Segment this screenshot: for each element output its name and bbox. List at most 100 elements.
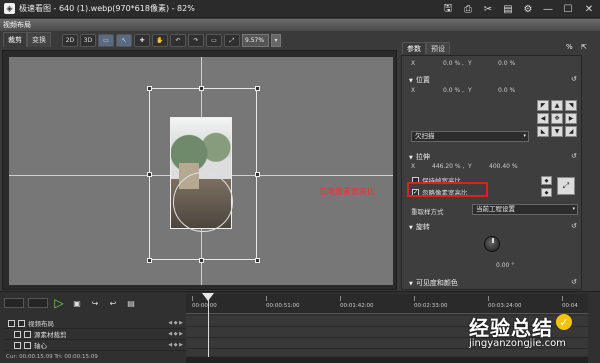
rotation-value[interactable]: 0.00 ° — [496, 262, 514, 269]
resize-handle-bm[interactable] — [199, 258, 204, 263]
resize-handle-bl[interactable] — [147, 258, 152, 263]
overscan-select[interactable]: 欠扫描 ▾ — [411, 131, 529, 142]
align-top-icon[interactable]: ▲ — [551, 100, 563, 111]
zoom-dropdown-icon[interactable]: ▾ — [271, 34, 281, 47]
cut-icon[interactable]: ✂ — [478, 0, 498, 18]
rotation-section[interactable]: ▼ 旋转 — [409, 222, 430, 232]
go-next-icon[interactable]: ↪ — [88, 296, 102, 310]
mode-2d-button[interactable]: 2D — [62, 34, 78, 47]
align-left-icon[interactable]: ◀ — [537, 113, 549, 124]
top-y-value[interactable]: 0.0 % — [498, 60, 515, 67]
keyframe-nav-icon[interactable]: ◀ ◆ ▶ — [168, 320, 186, 326]
tab-parameters[interactable]: 参数 — [402, 42, 426, 54]
track-row[interactable]: 视频布局 ◀ ◆ ▶ — [4, 318, 186, 329]
reset-visibility-icon[interactable]: ↺ — [571, 278, 577, 286]
track-list: 视频布局 ◀ ◆ ▶ 源素材裁剪 ◀ ◆ ▶ 轴心 ◀ ◆ ▶ — [4, 318, 186, 351]
align-center-icon[interactable]: ✥ — [551, 113, 563, 124]
safe-area-icon[interactable]: ▭ — [206, 34, 222, 47]
resize-handle-mr[interactable] — [255, 172, 260, 177]
rotation-knob[interactable] — [484, 236, 500, 252]
fit-view-icon[interactable]: ⤢ — [224, 34, 240, 47]
minimize-icon[interactable]: — — [538, 0, 558, 18]
hand-tool-icon[interactable]: ✋ — [152, 34, 168, 47]
track-checkbox[interactable] — [18, 319, 25, 327]
zoom-input[interactable]: 9.57% — [242, 34, 269, 47]
resample-select[interactable]: 当前工程设置 ▾ — [472, 204, 578, 215]
align-top-left-icon[interactable]: ◤ — [537, 100, 549, 111]
track-checkbox[interactable] — [14, 341, 21, 349]
track-checkbox[interactable] — [8, 319, 15, 327]
undo-icon[interactable]: ↶ — [170, 34, 186, 47]
fit-height-icon[interactable]: ◆ — [541, 188, 552, 197]
track-checkbox[interactable] — [24, 330, 31, 338]
pos-x-value[interactable]: 0.0 % , — [443, 87, 464, 94]
percent-icon[interactable]: % — [566, 43, 573, 51]
ruler-mark — [192, 296, 193, 301]
graph-icon[interactable]: ▤ — [124, 296, 138, 310]
layout-selection-box[interactable] — [149, 88, 257, 260]
align-top-right-icon[interactable]: ◥ — [565, 100, 577, 111]
move-tool-icon[interactable]: ✚ — [134, 34, 150, 47]
keyframe-nav-icon[interactable]: ◀ ◆ ▶ — [168, 342, 186, 348]
mode-3d-button[interactable]: 3D — [80, 34, 96, 47]
image-icon[interactable]: ▤ — [498, 0, 518, 18]
select-tool-icon[interactable]: ↖ — [116, 34, 132, 47]
expand-icon: ▼ — [409, 281, 413, 287]
pin-icon[interactable]: ⇱ — [581, 43, 587, 51]
resize-handle-ml[interactable] — [147, 172, 152, 177]
resize-handle-tl[interactable] — [147, 86, 152, 91]
fit-to-frame-icon[interactable]: ⤢ — [557, 177, 575, 195]
align-bottom-icon[interactable]: ▼ — [551, 126, 563, 137]
maximize-icon[interactable]: ☐ — [558, 0, 578, 18]
resize-handle-br[interactable] — [255, 258, 260, 263]
tab-presets[interactable]: 预设 — [426, 42, 450, 54]
timeline-ruler[interactable]: 00:00:00 00:00:51:00 00:01:42:00 00:02:3… — [186, 294, 588, 314]
ruler-tick: 00:00:00 — [192, 303, 217, 309]
ruler-mark — [414, 296, 415, 301]
track-row[interactable]: 源素材裁剪 ◀ ◆ ▶ — [4, 329, 186, 340]
ruler-tick: 00:00:51:00 — [266, 303, 300, 309]
scale-x-value[interactable]: 446.20 % , — [432, 163, 464, 170]
settings-icon[interactable]: ⚙ — [518, 0, 538, 18]
position-label: 位置 — [415, 76, 430, 84]
position-section[interactable]: ▼ 位置 — [409, 75, 430, 85]
ruler-tick: 00:02:33:00 — [414, 303, 448, 309]
pos-y-value[interactable]: 0.0 % — [498, 87, 515, 94]
reset-scale-icon[interactable]: ↺ — [571, 152, 577, 160]
reset-position-icon[interactable]: ↺ — [571, 75, 577, 83]
scale-y-value[interactable]: 400.40 % — [489, 163, 518, 170]
ruler-mark — [562, 296, 563, 301]
scale-section[interactable]: ▼ 拉伸 — [409, 152, 430, 162]
fit-width-icon[interactable]: ◆ — [541, 176, 552, 185]
print-icon[interactable]: ⎙ — [458, 0, 478, 18]
tab-crop[interactable]: 裁剪 — [3, 32, 27, 47]
reset-rotation-icon[interactable]: ↺ — [571, 222, 577, 230]
alignment-grid: ◤ ▲ ◥ ◀ ✥ ▶ ◣ ▼ ◢ — [537, 100, 577, 137]
redo-icon[interactable]: ↷ — [188, 34, 204, 47]
keyframe-nav-icon[interactable]: ◀ ◆ ▶ — [168, 331, 186, 337]
track-checkbox[interactable] — [24, 341, 31, 349]
close-icon[interactable]: ✕ — [578, 0, 600, 18]
frame-mode-icon[interactable]: ▭ — [98, 34, 114, 47]
top-x-value[interactable]: 0.0 % , — [443, 60, 464, 67]
timeline-zoom-select[interactable] — [4, 298, 24, 308]
track-checkbox[interactable] — [14, 330, 21, 338]
align-right-icon[interactable]: ▶ — [565, 113, 577, 124]
chevron-down-icon: ▾ — [523, 133, 526, 139]
visibility-section[interactable]: ▼ 可见度和颜色 — [409, 278, 458, 288]
align-bottom-left-icon[interactable]: ◣ — [537, 126, 549, 137]
timeline-mode-select[interactable] — [28, 298, 48, 308]
track-row[interactable]: 轴心 ◀ ◆ ▶ — [4, 340, 186, 351]
ruler-tick: 00:01:42:00 — [340, 303, 374, 309]
timeline-scrollbar[interactable] — [186, 357, 588, 363]
resize-handle-tm[interactable] — [199, 86, 204, 91]
tab-transform[interactable]: 变换 — [27, 32, 51, 47]
align-bottom-right-icon[interactable]: ◢ — [565, 126, 577, 137]
resize-handle-tr[interactable] — [255, 86, 260, 91]
visibility-label: 可见度和颜色 — [415, 279, 458, 287]
save-icon[interactable]: 🖫 — [438, 0, 458, 18]
play-icon[interactable]: ▷ — [52, 296, 66, 310]
go-prev-icon[interactable]: ↩ — [106, 296, 120, 310]
pos-x-label: X — [411, 87, 416, 94]
preview-icon[interactable]: ▣ — [70, 296, 84, 310]
